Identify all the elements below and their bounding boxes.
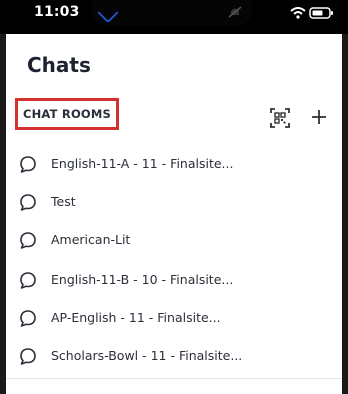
chat-room-item[interactable]: Test: [6, 184, 342, 220]
chat-room-item[interactable]: English-11-A - 11 - Finalsite...: [6, 146, 342, 182]
status-time: 11:03: [34, 4, 80, 20]
status-bar: 11:03: [0, 0, 348, 34]
chat-room-item[interactable]: English-11-B - 10 - Finalsite...: [6, 262, 342, 298]
muted-bell-icon: [228, 6, 242, 18]
chat-bubble-icon: [20, 194, 36, 211]
chat-rooms-section-label: CHAT ROOMS: [15, 98, 119, 130]
wifi-icon: [290, 7, 306, 19]
chat-bubble-icon: [20, 348, 36, 365]
chats-screen: Chats CHAT ROOMS English-11-A - 11 - Fin…: [6, 34, 342, 394]
app-activity-icon: [96, 0, 120, 24]
status-indicators: [290, 7, 334, 19]
chat-bubble-icon: [20, 156, 36, 173]
chat-room-item[interactable]: Scholars-Bowl - 11 - Finalsite...: [6, 338, 342, 374]
add-chat-room-button[interactable]: [308, 106, 330, 128]
divider: [6, 378, 342, 379]
chat-room-name: Scholars-Bowl - 11 - Finalsite...: [51, 348, 243, 363]
chat-room-name: English-11-B - 10 - Finalsite...: [51, 272, 234, 287]
battery-icon: [309, 7, 333, 19]
chat-room-name: American-Lit: [51, 232, 131, 247]
chat-room-item[interactable]: American-Lit: [6, 222, 342, 258]
chat-bubble-icon: [20, 310, 36, 327]
chat-room-item[interactable]: AP-English - 11 - Finalsite...: [6, 300, 342, 336]
page-title: Chats: [27, 53, 91, 77]
chat-room-name: Test: [51, 194, 76, 209]
chat-bubble-icon: [20, 272, 36, 289]
chat-room-name: AP-English - 11 - Finalsite...: [51, 310, 221, 325]
qr-scan-icon[interactable]: [269, 107, 291, 129]
chat-bubble-icon: [20, 232, 36, 249]
chat-room-name: English-11-A - 11 - Finalsite...: [51, 156, 234, 171]
dynamic-island: [92, 0, 252, 26]
